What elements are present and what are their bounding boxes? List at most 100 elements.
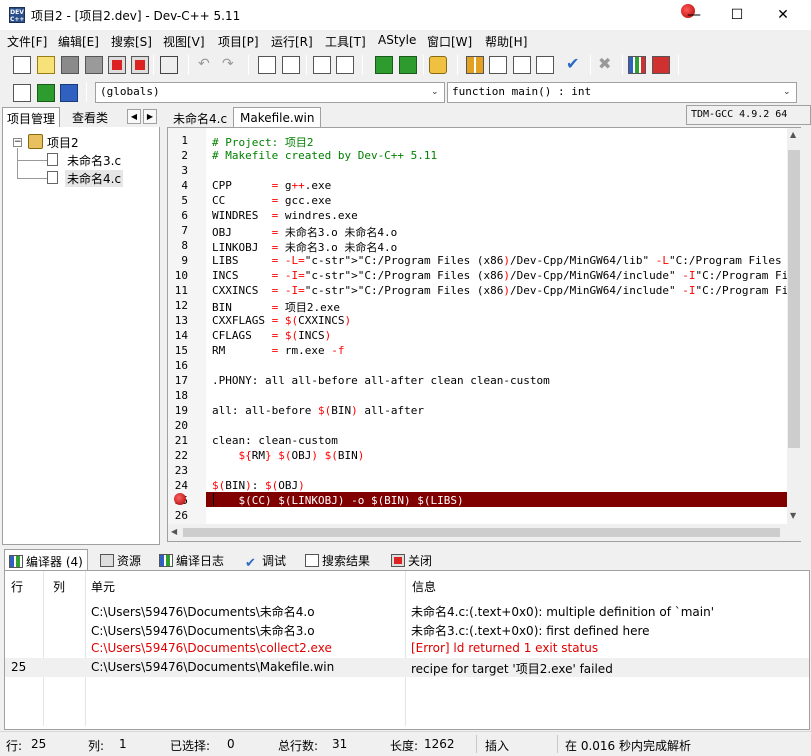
menu-run[interactable]: 运行[R] bbox=[271, 33, 313, 50]
menu-search[interactable]: 搜索[S] bbox=[111, 33, 152, 50]
menu-file[interactable]: 文件[F] bbox=[7, 33, 47, 50]
tab-project-manager[interactable]: 项目管理 bbox=[2, 107, 61, 127]
text-cursor bbox=[213, 493, 214, 506]
new-class-icon[interactable] bbox=[13, 84, 31, 102]
message-cell-unit: C:\Users\59476\Documents\未命名3.o bbox=[91, 624, 315, 638]
compile-run-icon[interactable] bbox=[513, 56, 531, 74]
menu-project[interactable]: 项目[P] bbox=[218, 33, 259, 50]
message-cell-unit: C:\Users\59476\Documents\Makefile.win bbox=[91, 660, 335, 674]
status-total-value: 31 bbox=[332, 737, 348, 751]
line-number: 20 bbox=[174, 419, 188, 432]
remove-from-project-icon[interactable] bbox=[399, 56, 417, 74]
tree-file-item-selected[interactable]: 未命名4.c bbox=[65, 170, 124, 187]
scope-combo[interactable]: (globals) ⌄ bbox=[95, 82, 445, 103]
close-button[interactable]: ✕ bbox=[760, 0, 806, 30]
line-number: 11 bbox=[174, 284, 188, 297]
tree-project-label[interactable]: 项目2 bbox=[47, 134, 79, 151]
close-file-icon[interactable] bbox=[108, 56, 126, 74]
save-icon[interactable] bbox=[61, 56, 79, 74]
goto-line-icon[interactable] bbox=[336, 56, 354, 74]
vertical-scroll-thumb[interactable] bbox=[788, 150, 800, 448]
code-line: $(CC) $(LINKOBJ) -o $(BIN) $(LIBS) bbox=[212, 494, 464, 507]
save-all-icon[interactable] bbox=[85, 56, 103, 74]
menu-window[interactable]: 窗口[W] bbox=[427, 33, 472, 50]
run-icon[interactable] bbox=[489, 56, 507, 74]
replace-icon[interactable] bbox=[282, 56, 300, 74]
line-number: 12 bbox=[174, 299, 188, 312]
message-row[interactable]: 25 C:\Users\59476\Documents\Makefile.win r… bbox=[5, 658, 809, 677]
maximize-button[interactable]: ☐ bbox=[714, 0, 760, 30]
tab-search-results[interactable]: 搜索结果 bbox=[301, 549, 374, 570]
line-number: 4 bbox=[181, 179, 188, 192]
stop-execution-icon[interactable]: ✖ bbox=[598, 56, 616, 74]
minimize-button[interactable]: — bbox=[671, 0, 717, 30]
redo-icon[interactable]: ↷ bbox=[222, 57, 240, 75]
compile-icon[interactable] bbox=[466, 56, 484, 74]
tab-compile-log[interactable]: 编译日志 bbox=[155, 549, 228, 570]
status-total-label: 总行数: bbox=[278, 739, 319, 753]
tab-class-browser[interactable]: 查看类 bbox=[68, 107, 112, 127]
status-parse-info: 在 0.016 秒内完成解析 bbox=[565, 739, 691, 753]
code-line: INCS = -I="c-str">"C:/Program Files (x86… bbox=[212, 269, 801, 282]
syntax-check-icon[interactable]: ✔ bbox=[566, 56, 584, 74]
profile-icon[interactable] bbox=[628, 56, 646, 74]
close-all-icon[interactable] bbox=[131, 56, 149, 74]
tab-resources[interactable]: 资源 bbox=[96, 549, 145, 570]
column-header-line[interactable]: 行 bbox=[5, 571, 29, 599]
tab-makefile[interactable]: Makefile.win bbox=[233, 107, 322, 128]
code-line: # Makefile created by Dev-C++ 5.11 bbox=[212, 149, 438, 162]
line-number: 9 bbox=[181, 254, 188, 267]
print-icon[interactable] bbox=[160, 56, 178, 74]
indent-icon[interactable] bbox=[313, 56, 331, 74]
delete-profile-icon[interactable] bbox=[652, 56, 670, 74]
add-to-project-icon[interactable] bbox=[375, 56, 393, 74]
tab-close[interactable]: 关闭 bbox=[387, 549, 436, 570]
message-row[interactable]: C:\Users\59476\Documents\collect2.exe [Er… bbox=[5, 639, 809, 658]
line-gutter: 1 2 3 4 5 6 7 8 9 10 11 12 13 14 15 16 17 18 19 20 21 22 23 24 2… bbox=[168, 128, 206, 541]
tab-scroll-left[interactable]: ◀ bbox=[127, 109, 141, 124]
column-header-unit[interactable]: 单元 bbox=[85, 571, 121, 599]
find-icon[interactable] bbox=[258, 56, 276, 74]
menu-astyle[interactable]: AStyle bbox=[378, 33, 416, 47]
code-line: CFLAGS = $(INCS) bbox=[212, 329, 332, 342]
tree-file-item[interactable]: 未命名3.c bbox=[67, 152, 121, 169]
code-editor[interactable]: 1 2 3 4 5 6 7 8 9 10 11 12 13 14 15 16 17 18 19 20 21 22 23 24 2… bbox=[167, 127, 801, 542]
column-header-col[interactable]: 列 bbox=[47, 571, 71, 599]
status-col-label: 列: bbox=[88, 739, 105, 753]
menu-view[interactable]: 视图[V] bbox=[163, 33, 205, 50]
new-file-icon[interactable] bbox=[13, 56, 31, 74]
line-number: 18 bbox=[174, 389, 188, 402]
minimize-icon: — bbox=[687, 7, 701, 23]
error-marker-icon bbox=[174, 493, 186, 505]
bookmark-icon[interactable] bbox=[60, 84, 78, 102]
undo-icon[interactable]: ↶ bbox=[198, 57, 216, 75]
compiler-icon bbox=[9, 555, 23, 568]
code-line: WINDRES = windres.exe bbox=[212, 209, 358, 222]
tab-debug[interactable]: ✔ 调试 bbox=[241, 549, 290, 570]
column-header-info[interactable]: 信息 bbox=[406, 571, 442, 599]
function-combo[interactable]: function main() : int ⌄ bbox=[447, 82, 797, 103]
line-number: 7 bbox=[181, 224, 188, 237]
tab-file-c[interactable]: 未命名4.c bbox=[167, 107, 233, 128]
open-file-icon[interactable] bbox=[37, 56, 55, 74]
rebuild-all-icon[interactable] bbox=[536, 56, 554, 74]
tree-collapse-icon[interactable]: − bbox=[13, 138, 22, 147]
insert-icon[interactable] bbox=[37, 84, 55, 102]
message-cell-info: [Error] ld returned 1 exit status bbox=[411, 641, 599, 655]
code-line: .PHONY: all all-before all-after clean c… bbox=[212, 374, 550, 387]
line-number: 24 bbox=[174, 479, 188, 492]
menu-help[interactable]: 帮助[H] bbox=[485, 33, 527, 50]
status-row-value: 25 bbox=[31, 737, 47, 751]
search-icon bbox=[305, 554, 319, 567]
message-row[interactable]: C:\Users\59476\Documents\未命名3.o 未命名3.c:(.… bbox=[5, 620, 809, 639]
message-row[interactable]: C:\Users\59476\Documents\未命名4.o 未命名4.c:(.… bbox=[5, 601, 809, 620]
project-options-icon[interactable] bbox=[429, 56, 447, 74]
horizontal-scroll-thumb[interactable] bbox=[183, 528, 780, 537]
menu-tools[interactable]: 工具[T] bbox=[325, 33, 366, 50]
debug-check-icon: ✔ bbox=[245, 556, 256, 571]
maximize-icon: ☐ bbox=[730, 7, 744, 23]
tab-scroll-right[interactable]: ▶ bbox=[143, 109, 157, 124]
tab-compiler[interactable]: 编译器 (4) bbox=[4, 549, 88, 570]
menu-edit[interactable]: 编辑[E] bbox=[58, 33, 99, 50]
line-number: 1 bbox=[181, 134, 188, 147]
